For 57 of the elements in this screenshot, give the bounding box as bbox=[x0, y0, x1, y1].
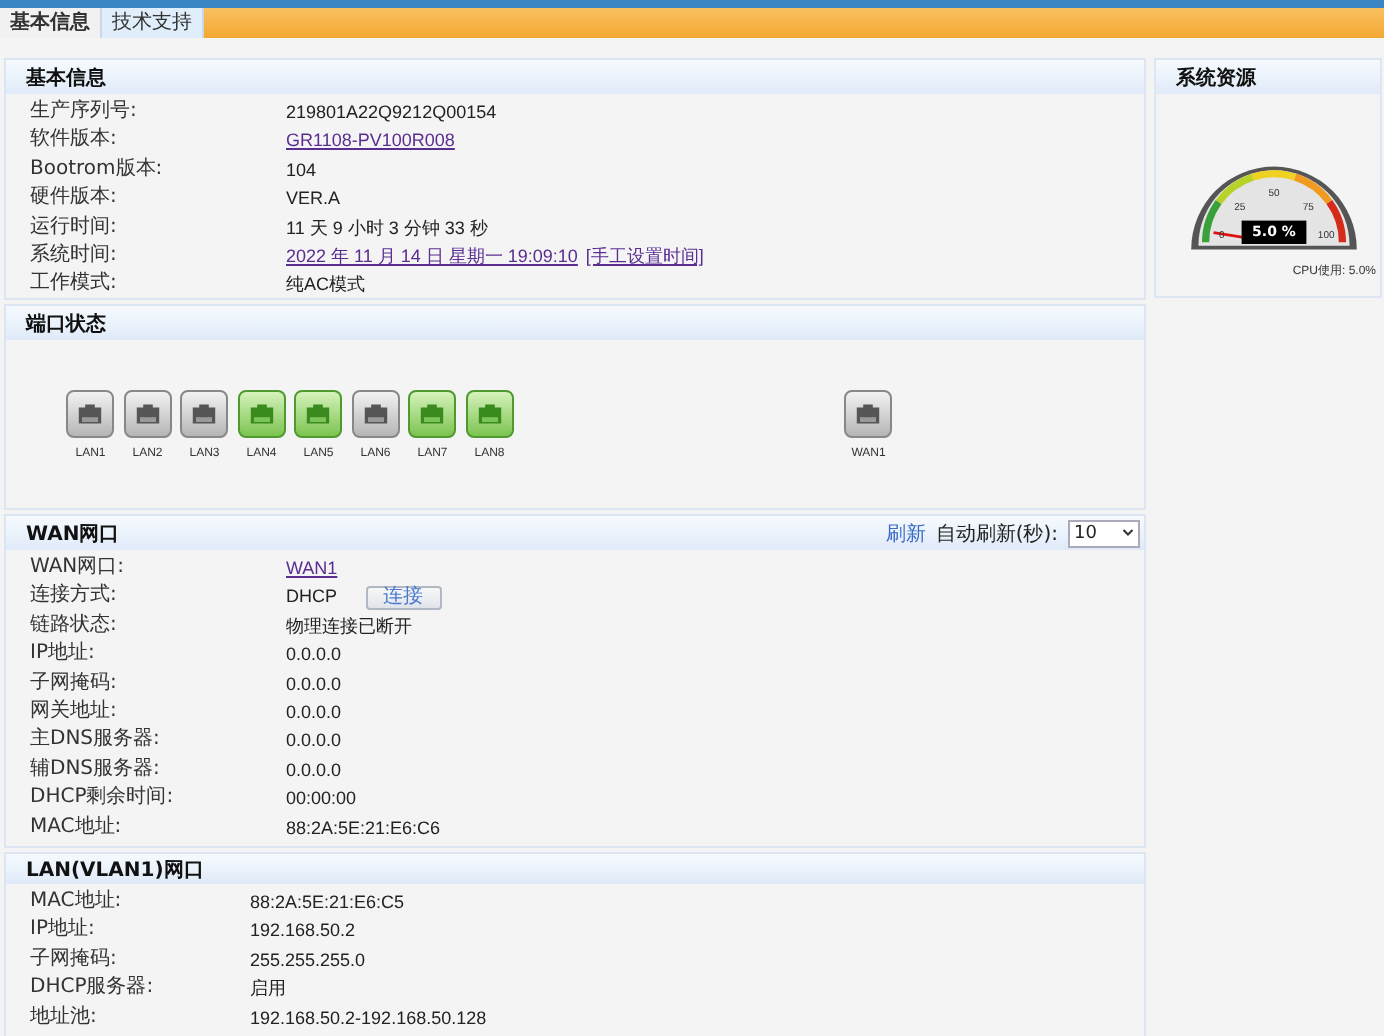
field-label: MAC地址: bbox=[30, 888, 124, 916]
section-title: WAN网口 bbox=[26, 521, 120, 547]
refresh-interval-select[interactable]: 10 bbox=[1068, 519, 1140, 547]
field-value: 192.168.50.2-192.168.50.128 bbox=[250, 1005, 487, 1032]
field-value: 纯AC模式 bbox=[286, 272, 366, 299]
section-title: LAN(VLAN1)网口 bbox=[26, 857, 204, 883]
field-label: IP地址: bbox=[30, 916, 97, 945]
field-label: DHCP服务器: bbox=[30, 974, 156, 1003]
field-label: 子网掩码: bbox=[30, 669, 119, 698]
connect-button[interactable]: 连接 bbox=[365, 585, 442, 610]
section-title: 端口状态 bbox=[26, 311, 106, 337]
value-link[interactable]: WAN1 bbox=[286, 554, 338, 583]
field-label: 生产序列号: bbox=[30, 98, 139, 126]
set-time-link[interactable]: [手工设置时间] bbox=[585, 241, 704, 271]
field-label: 辅DNS服务器: bbox=[30, 755, 162, 784]
refresh-link[interactable]: 刷新 bbox=[885, 519, 926, 547]
field-value: 启用 bbox=[250, 976, 286, 1003]
field-value: 0.0.0.0 bbox=[286, 757, 342, 784]
field-label: 连接方式: bbox=[30, 582, 119, 611]
section-title: 系统资源 bbox=[1176, 65, 1256, 91]
tab[interactable]: 基本信息 bbox=[0, 8, 102, 38]
field-label: Bootrom版本: bbox=[30, 155, 165, 184]
field-value: 00:00:00 bbox=[286, 786, 357, 813]
field-value: VER.A bbox=[286, 186, 341, 213]
field-label: 软件版本: bbox=[30, 126, 119, 155]
field-label: DHCP剩余时间: bbox=[30, 784, 176, 813]
field-label: 地址池: bbox=[30, 1003, 99, 1032]
field-label: 链路状态: bbox=[30, 611, 119, 640]
field-value: 88:2A:5E:21:E6:C6 bbox=[286, 815, 441, 842]
field-label: 网关地址: bbox=[30, 697, 119, 726]
value-link[interactable]: GR1108-PV100R008 bbox=[286, 126, 455, 156]
field-label: 运行时间: bbox=[30, 213, 119, 242]
field-label: MAC地址: bbox=[30, 813, 124, 842]
section-title: 基本信息 bbox=[26, 65, 106, 91]
field-label: 系统时间: bbox=[30, 241, 119, 270]
field-value: 0.0.0.0 bbox=[286, 699, 342, 726]
caret-icon bbox=[1122, 528, 1134, 538]
field-label: 工作模式: bbox=[30, 270, 119, 299]
tab[interactable]: 技术支持 bbox=[102, 8, 204, 38]
field-value: 219801A22Q9212Q00154 bbox=[286, 100, 497, 126]
field-value: 11 天 9 小时 3 分钟 33 秒 bbox=[286, 215, 488, 242]
field-value: 0.0.0.0 bbox=[286, 728, 342, 755]
value-link[interactable]: 2022 年 11 月 14 日 星期一 19:09:10 bbox=[286, 241, 578, 271]
field-value: 88:2A:5E:21:E6:C5 bbox=[250, 890, 405, 916]
field-value: DHCP bbox=[286, 584, 338, 611]
field-value: 255.255.255.0 bbox=[250, 947, 366, 974]
field-label: WAN网口: bbox=[30, 554, 127, 582]
field-label: IP地址: bbox=[30, 640, 97, 669]
auto-refresh-label: 自动刷新(秒): bbox=[935, 521, 1058, 547]
field-value: 物理连接已断开 bbox=[286, 613, 412, 640]
field-value: 0.0.0.0 bbox=[286, 642, 342, 669]
field-label: 子网掩码: bbox=[30, 945, 119, 974]
field-label: 主DNS服务器: bbox=[30, 726, 162, 755]
field-value: 0.0.0.0 bbox=[286, 671, 342, 698]
field-value: 192.168.50.2 bbox=[250, 918, 356, 945]
field-value: 104 bbox=[286, 157, 317, 184]
field-label: 硬件版本: bbox=[30, 184, 119, 213]
